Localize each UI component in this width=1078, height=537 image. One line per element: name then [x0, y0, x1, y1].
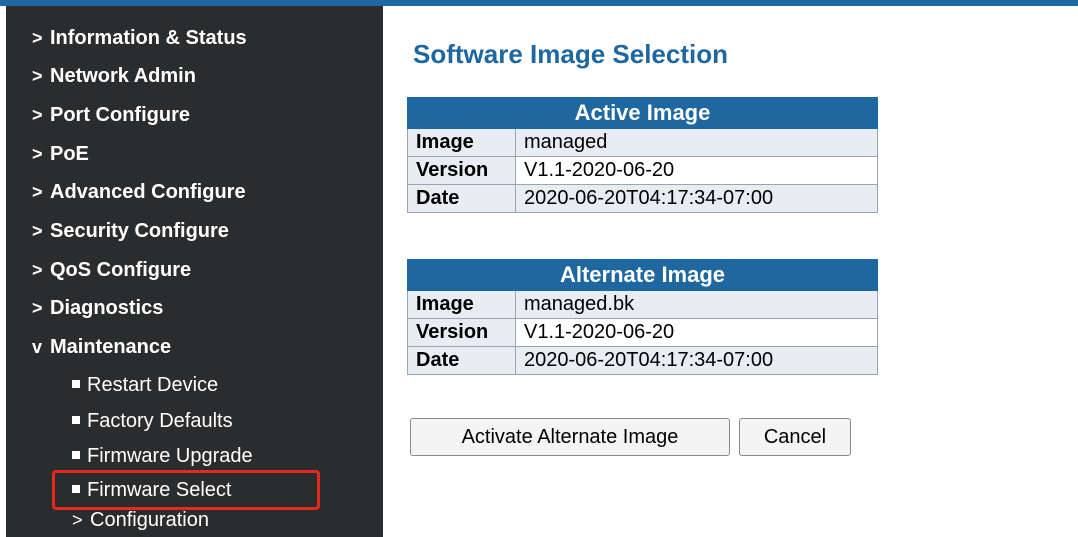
bullet-icon	[72, 380, 80, 388]
param-value: 2020-06-20T04:17:34-07:00	[515, 184, 878, 213]
param-value: 2020-06-20T04:17:34-07:00	[515, 346, 878, 375]
chevron-right-icon: >	[32, 182, 43, 202]
param-label: Date	[407, 346, 516, 375]
param-label: Version	[407, 156, 516, 185]
param-value: V1.1-2020-06-20	[515, 156, 878, 185]
param-value: managed.bk	[515, 290, 878, 319]
alternate-image-table: Alternate Image Image managed.bk Version…	[407, 259, 878, 375]
sidebar-item-label: Information & Status	[50, 27, 247, 49]
sidebar-item-diagnostics[interactable]: > Diagnostics	[32, 296, 163, 320]
table-row: Date 2020-06-20T04:17:34-07:00	[407, 346, 878, 375]
sidebar-item-poe[interactable]: > PoE	[32, 142, 89, 166]
activate-alternate-image-button[interactable]: Activate Alternate Image	[410, 418, 730, 456]
bullet-icon	[72, 451, 80, 459]
table-header: Active Image	[407, 97, 878, 129]
table-row: Image managed.bk	[407, 290, 878, 319]
param-value: V1.1-2020-06-20	[515, 318, 878, 347]
sidebar-item-label: PoE	[50, 143, 89, 165]
sidebar-item-label: Maintenance	[50, 336, 172, 358]
chevron-right-icon: >	[32, 66, 43, 86]
sidebar-subitem-label: Restart Device	[87, 374, 219, 396]
chevron-right-icon: >	[32, 298, 43, 318]
param-label: Image	[407, 128, 516, 157]
chevron-right-icon: >	[32, 28, 43, 48]
sidebar-subitem-firmware-upgrade[interactable]: Firmware Upgrade	[72, 444, 253, 468]
page-title: Software Image Selection	[413, 39, 728, 69]
sidebar-item-label: Security Configure	[50, 220, 229, 242]
chevron-right-icon: >	[32, 105, 43, 125]
sidebar-item-qos-configure[interactable]: > QoS Configure	[32, 258, 191, 282]
sidebar-item-advanced-configure[interactable]: > Advanced Configure	[32, 180, 246, 204]
param-label: Image	[407, 290, 516, 319]
chevron-right-icon: >	[32, 221, 43, 241]
chevron-right-icon: >	[32, 144, 43, 164]
param-label: Version	[407, 318, 516, 347]
sidebar-item-port-configure[interactable]: > Port Configure	[32, 103, 190, 127]
table-row: Version V1.1-2020-06-20	[407, 318, 878, 347]
sidebar-subitem-configuration[interactable]: > Configuration	[72, 508, 209, 532]
bullet-icon	[72, 416, 80, 424]
sidebar-item-label: Configuration	[90, 509, 209, 531]
sidebar-item-network-admin[interactable]: > Network Admin	[32, 64, 196, 88]
chevron-down-icon: v	[32, 337, 43, 357]
chevron-right-icon: >	[72, 510, 83, 530]
sidebar-subitem-restart-device[interactable]: Restart Device	[72, 373, 218, 397]
cancel-button[interactable]: Cancel	[739, 418, 851, 456]
sidebar-item-label: Advanced Configure	[50, 181, 246, 203]
sidebar: > Information & Status > Network Admin > Po…	[6, 6, 383, 537]
active-image-table: Active Image Image managed Version V1.1-…	[407, 97, 878, 213]
selected-item-highlight	[52, 470, 320, 510]
table-header: Alternate Image	[407, 259, 878, 291]
sidebar-item-label: Port Configure	[50, 104, 190, 126]
sidebar-subitem-label: Firmware Upgrade	[87, 445, 253, 467]
sidebar-item-maintenance[interactable]: v Maintenance	[32, 335, 171, 359]
chevron-right-icon: >	[32, 260, 43, 280]
sidebar-item-information-status[interactable]: > Information & Status	[32, 26, 247, 50]
sidebar-subitem-factory-defaults[interactable]: Factory Defaults	[72, 409, 233, 433]
table-row: Version V1.1-2020-06-20	[407, 156, 878, 185]
table-row: Date 2020-06-20T04:17:34-07:00	[407, 184, 878, 213]
sidebar-item-label: Network Admin	[50, 65, 196, 87]
sidebar-item-label: Diagnostics	[50, 297, 164, 319]
param-label: Date	[407, 184, 516, 213]
sidebar-item-label: QoS Configure	[50, 259, 192, 281]
sidebar-item-security-configure[interactable]: > Security Configure	[32, 219, 229, 243]
table-row: Image managed	[407, 128, 878, 157]
param-value: managed	[515, 128, 878, 157]
sidebar-subitem-label: Factory Defaults	[87, 410, 233, 432]
